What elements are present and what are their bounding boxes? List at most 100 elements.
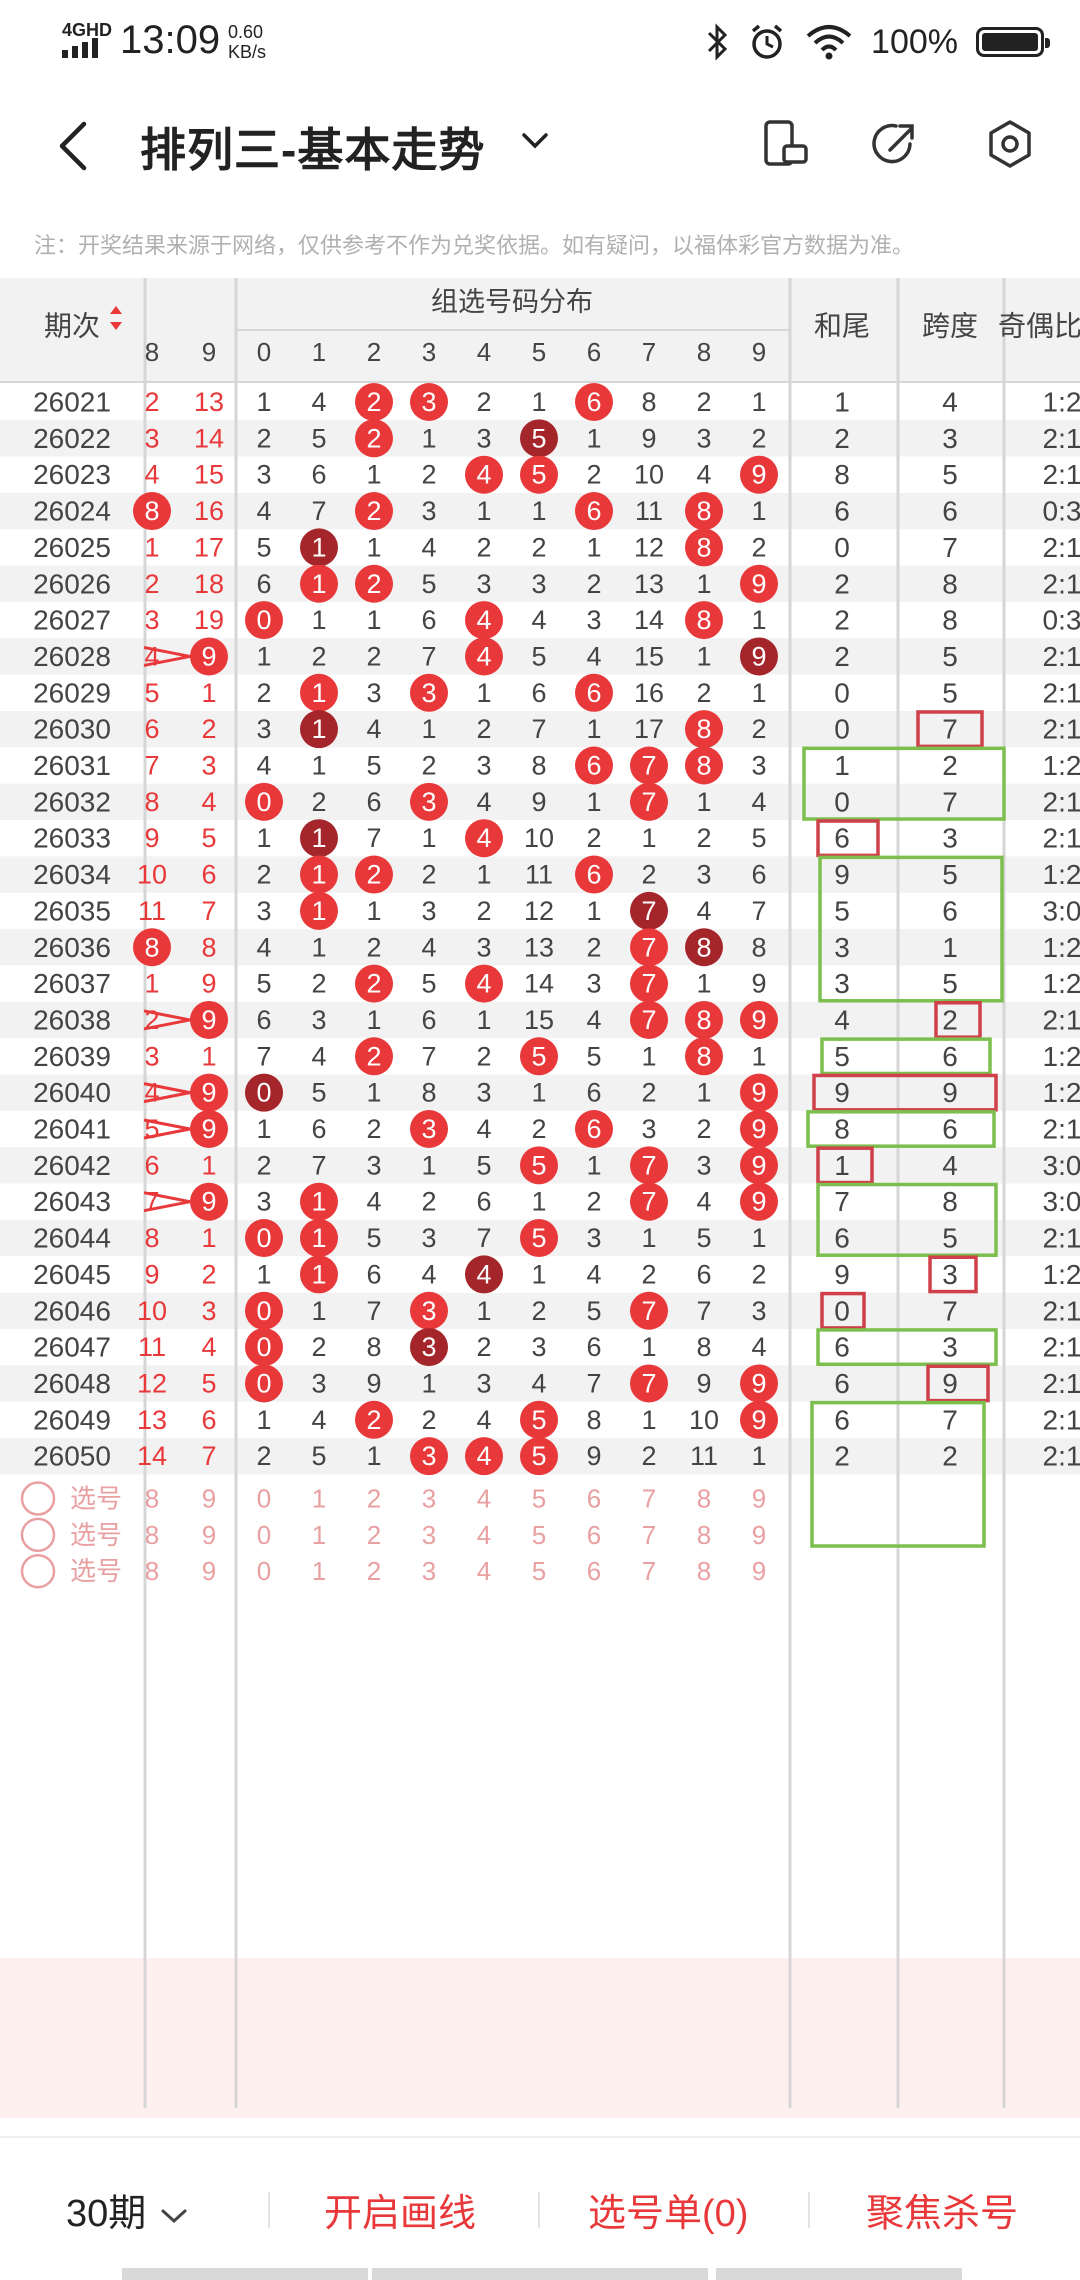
miss-count: 10 xyxy=(524,823,554,853)
kuadu-value: 3 xyxy=(942,423,958,454)
miss-count: 10 xyxy=(137,1296,167,1326)
miss-count: 3 xyxy=(476,932,491,962)
issue-number: 26041 xyxy=(33,1114,111,1145)
miss-count: 3 xyxy=(476,423,491,453)
miss-count: 9 xyxy=(201,1005,216,1035)
scroll-handle[interactable] xyxy=(716,2268,962,2280)
miss-count: 4 xyxy=(586,641,601,671)
bluetooth-icon xyxy=(707,23,728,61)
miss-count: 1 xyxy=(421,1150,436,1180)
ball-number: 0 xyxy=(256,1223,271,1253)
ball-number: 5 xyxy=(531,1405,546,1435)
miss-count: 2 xyxy=(531,532,546,562)
chevron-down-icon[interactable] xyxy=(518,128,552,152)
miss-count: 6 xyxy=(311,460,326,490)
phone-rotate-icon[interactable] xyxy=(754,114,814,174)
miss-count: 3 xyxy=(476,1368,491,1398)
issue-number: 26042 xyxy=(33,1150,111,1181)
hewei-value: 2 xyxy=(834,605,850,636)
select-digit: 4 xyxy=(477,1520,491,1550)
miss-count: 1 xyxy=(531,1259,546,1289)
share-icon[interactable] xyxy=(866,114,926,174)
miss-count: 4 xyxy=(144,460,159,490)
focus-kill-button[interactable]: 聚焦杀号 xyxy=(866,2182,1018,2237)
miss-count: 4 xyxy=(421,1259,436,1289)
issue-number: 26030 xyxy=(33,714,111,745)
kuadu-value: 6 xyxy=(942,895,958,926)
draw-lines-button[interactable]: 开启画线 xyxy=(324,2182,476,2237)
miss-count: 9 xyxy=(531,787,546,817)
ball-number: 5 xyxy=(531,460,546,490)
period-selector[interactable]: 30期 xyxy=(66,2182,191,2237)
miss-count: 11 xyxy=(635,496,663,526)
jiou-value: 1:2 xyxy=(1043,859,1080,890)
miss-count: 9 xyxy=(144,1259,159,1289)
ball-number: 3 xyxy=(421,1332,436,1362)
select-digit: 7 xyxy=(642,1484,656,1514)
ball-number: 3 xyxy=(421,1441,436,1471)
select-digit: 9 xyxy=(202,1520,216,1550)
ball-number: 7 xyxy=(641,751,656,781)
select-radio xyxy=(20,1517,56,1553)
ball-number: 7 xyxy=(641,896,656,926)
select-digit: 5 xyxy=(532,1556,546,1586)
digit-header: 5 xyxy=(532,337,546,367)
miss-count: 2 xyxy=(696,1114,711,1144)
divider xyxy=(808,2192,810,2228)
jiou-value: 2:1 xyxy=(1043,568,1080,599)
scroll-handle[interactable] xyxy=(122,2268,368,2280)
back-arrow-icon[interactable] xyxy=(44,114,104,178)
ball-number: 6 xyxy=(586,1114,601,1144)
ball-number: 3 xyxy=(421,678,436,708)
digit-header: 0 xyxy=(257,337,271,367)
miss-count: 7 xyxy=(586,1368,601,1398)
miss-count: 4 xyxy=(256,932,271,962)
issue-number: 26044 xyxy=(33,1223,111,1254)
miss-count: 7 xyxy=(421,641,436,671)
miss-count: 3 xyxy=(421,1223,436,1253)
miss-count: 3 xyxy=(696,860,711,890)
miss-count: 7 xyxy=(421,1041,436,1071)
hewei-value: 2 xyxy=(834,641,850,672)
kuadu-value: 5 xyxy=(942,641,958,672)
miss-count: 1 xyxy=(586,423,601,453)
miss-count: 13 xyxy=(194,387,224,417)
hewei-value: 4 xyxy=(834,1004,850,1035)
settings-icon[interactable] xyxy=(980,114,1040,174)
selection-list-button[interactable]: 选号单(0) xyxy=(588,2182,748,2237)
miss-count: 11 xyxy=(690,1441,718,1471)
miss-count: 5 xyxy=(311,1441,326,1471)
jiou-value: 2:1 xyxy=(1043,1004,1080,1035)
jiou-value: 2:1 xyxy=(1043,1332,1080,1363)
kuadu-value: 3 xyxy=(942,1332,958,1363)
page-title[interactable]: 排列三-基本走势 xyxy=(140,114,485,180)
miss-count: 1 xyxy=(531,387,546,417)
miss-count: 18 xyxy=(194,569,224,599)
miss-count: 2 xyxy=(421,860,436,890)
miss-count: 6 xyxy=(696,1259,711,1289)
miss-count: 4 xyxy=(531,605,546,635)
miss-count: 5 xyxy=(366,1223,381,1253)
miss-count: 5 xyxy=(144,1114,159,1144)
miss-count: 1 xyxy=(256,387,271,417)
miss-count: 7 xyxy=(256,1041,271,1071)
issue-number: 26047 xyxy=(33,1332,111,1363)
jiou-value: 1:2 xyxy=(1043,1041,1080,1072)
kuadu-value: 5 xyxy=(942,459,958,490)
miss-count: 13 xyxy=(524,932,554,962)
ball-number: 9 xyxy=(751,1405,766,1435)
divider xyxy=(538,2192,540,2228)
hewei-value: 6 xyxy=(834,1332,850,1363)
kuadu-value: 7 xyxy=(942,532,958,563)
miss-count: 9 xyxy=(201,1187,216,1217)
scroll-handle[interactable] xyxy=(372,2268,708,2280)
ball-number: 2 xyxy=(366,1041,381,1071)
miss-count: 2 xyxy=(421,1187,436,1217)
miss-count: 1 xyxy=(751,1223,766,1253)
jiou-value: 1:2 xyxy=(1043,387,1080,418)
miss-count: 5 xyxy=(311,423,326,453)
ball-number: 6 xyxy=(586,751,601,781)
ball-number: 7 xyxy=(641,1368,656,1398)
ball-number: 8 xyxy=(696,932,711,962)
miss-count: 3 xyxy=(366,1150,381,1180)
